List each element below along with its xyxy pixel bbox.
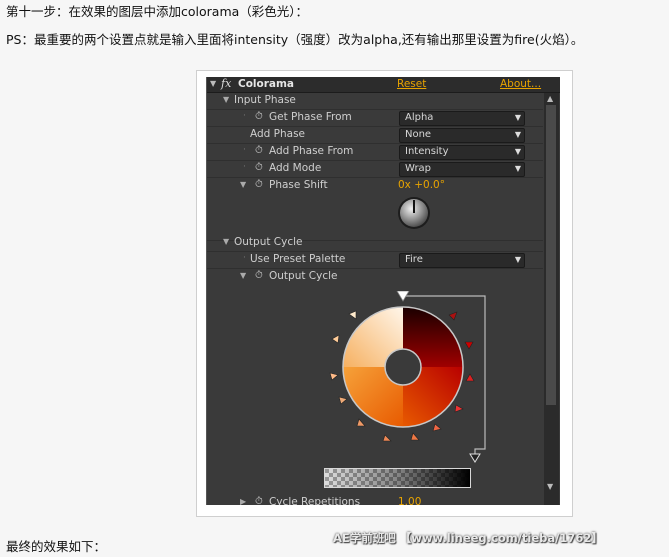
dropdown-arrow-icon: ▼ [514,164,521,173]
dropdown-arrow-icon: ▼ [514,113,521,122]
add-phase-from-row: · ⏱ Add Phase From Intensity ▼ [207,144,543,161]
use-preset-palette-label: Use Preset Palette [250,253,346,265]
twirl-closed-icon[interactable]: ▶ [240,497,246,505]
step-heading: 第十一步：在效果的图层中添加colorama（彩色光）： [6,4,309,19]
get-phase-from-label: Get Phase From [269,111,352,123]
bullet-dot: · [243,162,246,172]
bullet-dot: · [243,145,246,155]
twirl-open-icon[interactable]: ▼ [210,79,216,88]
watermark: AE学前班吧 【www.lineeg.com/tieba/1762】 [333,531,603,545]
add-mode-row: · ⏱ Add Mode Wrap ▼ [207,161,543,178]
fx-icon[interactable]: fx [221,77,231,90]
add-phase-from-value: Intensity [405,146,449,157]
input-phase-group[interactable]: ▼ Input Phase [207,93,543,110]
preset-palette-value: Fire [405,254,423,265]
twirl-open-icon[interactable]: ▼ [223,237,229,246]
stopwatch-icon[interactable]: ⏱ [255,145,263,156]
phase-shift-row: ▼ ⏱ Phase Shift 0x +0.0° [207,178,543,241]
use-preset-palette-row: · Use Preset Palette Fire ▼ [207,252,543,269]
note-text: PS：最重要的两个设置点就是输入里面将intensity（强度）改为alpha,… [6,32,584,47]
add-phase-dropdown[interactable]: None ▼ [399,128,525,143]
twirl-open-icon[interactable]: ▼ [240,180,246,189]
cycle-repetitions-label: Cycle Repetitions [269,496,361,505]
add-phase-label: Add Phase [250,128,306,140]
stopwatch-icon[interactable]: ⏱ [255,270,263,281]
dropdown-arrow-icon: ▼ [514,147,521,156]
cycle-repetitions-row: ▶ ⏱ Cycle Repetitions 1.00 [207,495,543,505]
stopwatch-icon[interactable]: ⏱ [255,179,263,190]
get-phase-from-value: Alpha [405,112,434,123]
reset-link[interactable]: Reset [397,78,426,90]
output-cycle-sub-label: Output Cycle [269,270,338,282]
input-phase-label: Input Phase [234,94,296,106]
output-cycle-label: Output Cycle [234,236,303,248]
phase-shift-value[interactable]: 0x +0.0° [398,179,445,191]
output-cycle-wheel[interactable] [323,291,493,466]
dropdown-arrow-icon: ▼ [514,255,521,264]
phase-shift-dial[interactable] [397,196,431,230]
add-phase-value: None [405,129,432,140]
add-mode-value: Wrap [405,163,432,174]
cycle-repetitions-value[interactable]: 1.00 [398,496,421,505]
add-mode-dropdown[interactable]: Wrap ▼ [399,162,525,177]
preset-palette-dropdown[interactable]: Fire ▼ [399,253,525,268]
stopwatch-icon[interactable]: ⏱ [255,162,263,173]
add-phase-from-dropdown[interactable]: Intensity ▼ [399,145,525,160]
output-cycle-opacity-ramp[interactable] [324,468,471,488]
dropdown-arrow-icon: ▼ [514,130,521,139]
scrollbar-thumb[interactable] [546,105,556,405]
final-result-heading: 最终的效果如下： [6,539,107,554]
effect-header[interactable]: ▼ fx Colorama Reset About... [207,77,560,93]
get-phase-from-dropdown[interactable]: Alpha ▼ [399,111,525,126]
scroll-up-icon[interactable]: ▲ [547,94,553,103]
about-link[interactable]: About... [500,78,541,90]
scroll-down-icon[interactable]: ▼ [547,482,553,491]
bullet-dot: · [243,253,246,263]
effect-name: Colorama [238,78,295,90]
stopwatch-icon[interactable]: ⏱ [255,111,263,122]
bullet-dot: · [243,111,246,121]
effect-controls-panel: ▼ fx Colorama Reset About... ▼ Input Pha… [206,77,560,505]
get-phase-from-row: · ⏱ Get Phase From Alpha ▼ [207,110,543,127]
phase-shift-label: Phase Shift [269,179,328,191]
output-cycle-group[interactable]: ▼ Output Cycle [207,235,543,252]
twirl-open-icon[interactable]: ▼ [223,95,229,104]
add-phase-from-label: Add Phase From [269,145,354,157]
panel-scrollbar[interactable]: ▲ ▼ [544,93,559,505]
add-mode-label: Add Mode [269,162,322,174]
add-phase-row: Add Phase None ▼ [207,127,543,144]
stopwatch-icon[interactable]: ⏱ [255,496,263,505]
twirl-open-icon[interactable]: ▼ [240,271,246,280]
